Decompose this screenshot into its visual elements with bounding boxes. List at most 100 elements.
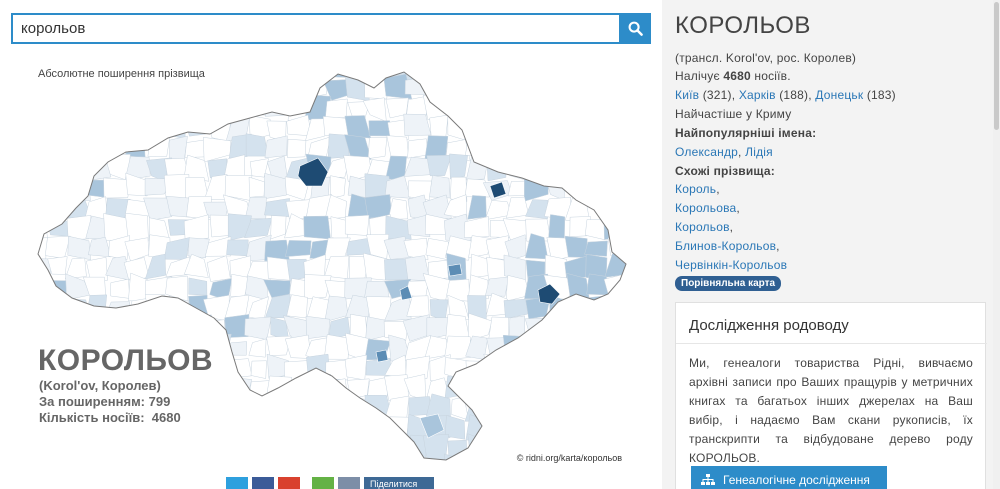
district-cell xyxy=(447,439,468,460)
district-cell xyxy=(524,175,549,202)
district-cell xyxy=(206,414,230,438)
district-cell xyxy=(628,296,638,319)
district-cell xyxy=(588,373,611,401)
city-link-kyiv[interactable]: Київ xyxy=(675,88,699,102)
district-cell xyxy=(604,118,626,142)
district-cell xyxy=(525,72,549,78)
district-cell xyxy=(203,96,230,118)
district-cell xyxy=(444,453,469,460)
district-cell xyxy=(444,74,470,99)
district-cell xyxy=(624,154,626,179)
district-cell xyxy=(603,375,626,397)
district-cell xyxy=(67,115,92,143)
city-link-donetsk[interactable]: Донецьк xyxy=(815,88,863,102)
district-cell xyxy=(284,240,312,257)
scrollbar[interactable] xyxy=(993,0,1000,489)
district-cell xyxy=(584,339,608,361)
district-cell xyxy=(468,453,490,460)
district-cell xyxy=(605,316,626,343)
district-cell xyxy=(304,436,331,457)
compare-map-badge[interactable]: Порівняльна карта xyxy=(675,276,782,291)
district-cell xyxy=(603,133,626,163)
separator: , xyxy=(776,239,780,253)
district-cell xyxy=(604,253,626,278)
district-cell xyxy=(325,98,348,119)
district-cell xyxy=(631,59,638,80)
district-cell xyxy=(38,161,53,178)
district-cell xyxy=(504,79,527,98)
district-cell xyxy=(344,416,370,438)
district-cell xyxy=(562,72,587,81)
district-cell xyxy=(503,116,530,141)
district-cell xyxy=(305,415,327,441)
district-cell xyxy=(163,93,187,120)
district-cell xyxy=(545,356,568,378)
district-cell xyxy=(265,77,292,98)
district-cell xyxy=(627,437,638,458)
district-cell xyxy=(504,418,529,436)
district-hotspot xyxy=(375,349,389,363)
district-cell xyxy=(387,435,406,458)
district-cell xyxy=(548,317,569,343)
district-cell xyxy=(210,396,232,422)
similar-surname-link[interactable]: Блинов-Корольов xyxy=(675,239,776,253)
district-cell xyxy=(247,395,270,418)
district-cell xyxy=(289,79,306,98)
twitter-share-button[interactable] xyxy=(226,477,248,489)
district-cell xyxy=(545,374,568,403)
city-count: (183) xyxy=(863,88,896,102)
district-cell xyxy=(588,354,611,381)
district-cell xyxy=(623,281,626,299)
scrollbar-thumb[interactable] xyxy=(994,2,999,130)
genealogy-research-button[interactable]: Генеалогічне дослідження xyxy=(691,466,887,489)
district-cell xyxy=(567,96,591,122)
district-cell xyxy=(45,193,73,219)
district-cell xyxy=(209,454,226,460)
district-cell xyxy=(429,175,451,199)
city-link-kharkiv[interactable]: Харків xyxy=(739,88,776,102)
district-cell xyxy=(485,456,510,460)
district-cell xyxy=(144,435,171,458)
google-plus-share-button[interactable] xyxy=(278,477,300,489)
district-cell xyxy=(563,381,592,398)
similar-surname-item: Червінкін-Корольов xyxy=(675,258,787,272)
district-cell xyxy=(206,255,231,282)
district-cell xyxy=(65,77,88,97)
district-cell xyxy=(528,359,546,379)
district-cell xyxy=(225,341,248,356)
district-cell xyxy=(605,398,626,421)
share-button[interactable]: Піделитися xyxy=(364,477,434,489)
separator: , xyxy=(736,201,740,215)
district-cell xyxy=(466,375,490,397)
district-cell xyxy=(606,414,626,439)
district-cell xyxy=(65,298,92,322)
district-cell xyxy=(587,393,607,419)
district-cell xyxy=(468,79,490,102)
similar-surname-link[interactable]: Корольов xyxy=(675,220,730,234)
search-input[interactable] xyxy=(11,13,619,44)
district-cell xyxy=(584,72,611,78)
similar-surname-link[interactable]: Червінкін-Корольов xyxy=(675,258,787,272)
district-cell xyxy=(364,438,392,458)
popular-name-link[interactable]: Олександр xyxy=(675,145,738,159)
facebook-share-button[interactable] xyxy=(252,477,274,489)
district-cell xyxy=(265,293,291,319)
district-cell xyxy=(284,397,307,418)
similar-surname-link[interactable]: Король xyxy=(675,182,716,196)
genealogy-research-label: Генеалогічне дослідження xyxy=(723,472,870,487)
district-cell xyxy=(124,119,151,139)
popular-name-link[interactable]: Лідія xyxy=(745,145,773,159)
district-cell xyxy=(628,74,638,99)
district-cell xyxy=(305,396,333,420)
search-button[interactable] xyxy=(619,13,651,44)
district-cell xyxy=(565,354,591,380)
district-cell xyxy=(162,455,189,460)
district-cell xyxy=(250,360,267,379)
district-cell xyxy=(625,419,626,442)
district-cell xyxy=(85,152,112,181)
district-cell xyxy=(325,454,353,460)
similar-surname-link[interactable]: Корольова xyxy=(675,201,736,215)
district-cell xyxy=(583,173,612,201)
vkontakte-share-button[interactable] xyxy=(338,477,360,489)
odnoklassniki-share-button[interactable] xyxy=(312,477,334,489)
